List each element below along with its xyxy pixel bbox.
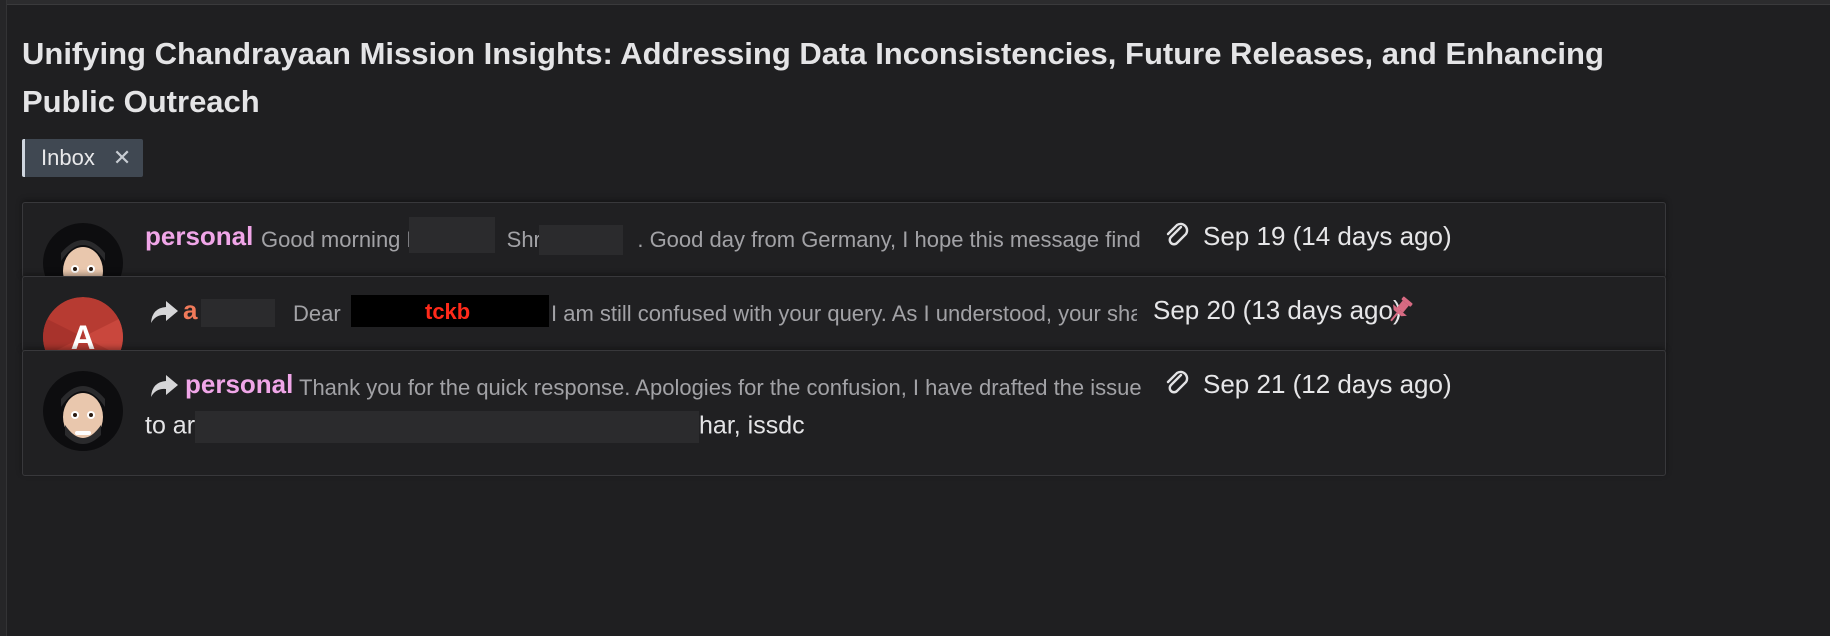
label-chip-name: Inbox <box>41 145 95 170</box>
redaction-label: tckb <box>425 299 471 324</box>
recipients-prefix: to ar <box>145 411 196 440</box>
sender-name: personal <box>145 221 254 251</box>
message-date: Sep 20 (13 days ago) <box>1153 295 1402 325</box>
avatar <box>43 371 123 451</box>
message-date: Sep 19 (14 days ago) <box>1203 221 1452 251</box>
avatar: A <box>43 297 123 352</box>
sender-name: personal <box>185 369 294 399</box>
redaction-box <box>539 225 623 255</box>
avatar <box>43 223 123 277</box>
paperclip-icon <box>1166 370 1189 394</box>
avatar-letter: A <box>70 319 96 352</box>
snippet-prefix: Dear <box>293 301 341 326</box>
recipients-suffix: har, issdc <box>699 411 805 440</box>
redaction-box <box>195 411 700 443</box>
sender-name: a <box>183 295 198 325</box>
redaction-box <box>201 299 275 327</box>
message-snippet: I am still confused with your query. As … <box>551 301 1137 326</box>
redaction-box <box>409 217 495 253</box>
message-row-2[interactable]: A a Dear tckb I am still confused with y… <box>22 276 1666 352</box>
message-snippet: Thank you for the quick response. Apolog… <box>299 375 1141 400</box>
close-icon[interactable]: ✕ <box>113 145 131 171</box>
window-top-border <box>0 0 1830 5</box>
thread-subject: Unifying Chandrayaan Mission Insights: A… <box>22 36 1604 119</box>
forward-icon <box>151 375 178 397</box>
message-snippet: Good morning Dr. Shri A. Good day from Ge… <box>261 227 1141 252</box>
forward-icon <box>151 301 178 323</box>
message-row-3[interactable]: personal Thank you for the quick respons… <box>22 350 1666 476</box>
message-date: Sep 21 (12 days ago) <box>1203 369 1452 399</box>
recipients-line[interactable]: to ar har, issdc <box>145 411 805 443</box>
message-row-1[interactable]: personal Good morning Dr. Shri A. Good da… <box>22 202 1666 278</box>
paperclip-icon <box>1166 222 1189 246</box>
window-left-edge <box>0 0 7 636</box>
pin-icon[interactable] <box>1383 293 1417 327</box>
label-chip-inbox[interactable]: Inbox ✕ <box>22 139 144 177</box>
